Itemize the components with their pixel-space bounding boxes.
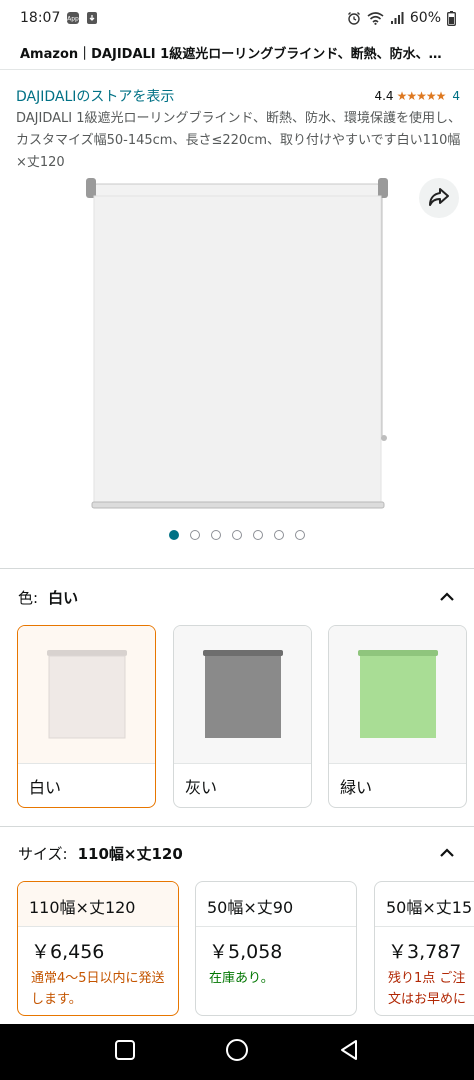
size-label: サイズ: [18, 844, 68, 863]
size-option-110x120[interactable]: 110幅×丈120 ￥6,456 通常4～5日以内に発送します。 [17, 881, 179, 1016]
color-option-label: 緑い [329, 763, 466, 807]
size-option-label: 50幅×丈90 [196, 882, 356, 927]
system-navigation-bar [0, 1024, 474, 1080]
color-option-white[interactable]: 白い [17, 625, 156, 808]
color-option-label: 白い [18, 763, 155, 807]
size-selected-value: 110幅×丈120 [77, 844, 183, 863]
rating-value: 4.4 [374, 89, 394, 103]
color-option-gray[interactable]: 灰い [173, 625, 312, 808]
color-option-label: 灰い [174, 763, 311, 807]
size-option-50x90[interactable]: 50幅×丈90 ￥5,058 在庫あり。 [195, 881, 357, 1016]
download-notification-icon [86, 11, 98, 25]
size-option-label: 110幅×丈120 [18, 882, 178, 927]
carousel-dot[interactable] [190, 530, 200, 540]
color-selected-value: 白い [48, 588, 79, 607]
battery-percent: 60% [409, 10, 441, 26]
page-title-bar: Amazon｜DAJIDALI 1級遮光ローリングブラインド、断熱、防水、… [0, 36, 474, 70]
page-title: Amazon｜DAJIDALI 1級遮光ローリングブラインド、断熱、防水、… [20, 47, 442, 62]
color-variation-header[interactable]: 色: 白い [18, 586, 458, 608]
app-notification-icon: App [66, 11, 80, 25]
size-option-50x150[interactable]: 50幅×丈15 ￥3,787 残り1点 ご注文はお早めに [374, 881, 474, 1016]
status-right: 60% [347, 10, 456, 26]
product-title: DAJIDALI 1級遮光ローリングブラインド、断熱、防水、環境保護を使用し、カ… [16, 111, 461, 170]
color-swatch-image [329, 626, 466, 763]
share-icon [427, 184, 451, 212]
share-button[interactable] [419, 178, 459, 218]
size-option-availability: 在庫あり。 [209, 971, 274, 986]
status-time: 18:07 [20, 10, 61, 26]
carousel-dot[interactable] [169, 530, 179, 540]
carousel-dot[interactable] [232, 530, 242, 540]
back-icon[interactable] [337, 1038, 361, 1066]
color-label: 色: [18, 588, 39, 607]
image-carousel-dots[interactable] [0, 530, 474, 540]
size-option-price: ￥5,058 [209, 941, 283, 963]
color-option-green[interactable]: 緑い [328, 625, 467, 808]
size-option-availability: 通常4～5日以内に発送します。 [31, 971, 165, 1007]
status-bar: 18:07 App 60% [0, 0, 474, 36]
size-option-label: 50幅×丈15 [375, 882, 474, 927]
signal-icon [390, 11, 404, 25]
divider [0, 568, 474, 569]
rating-summary[interactable]: 4.4 ★★★★★ 4 [374, 89, 460, 103]
product-image[interactable] [84, 176, 390, 516]
chevron-up-icon[interactable] [436, 586, 458, 608]
alarm-icon [347, 11, 361, 25]
carousel-dot[interactable] [274, 530, 284, 540]
svg-text:App: App [67, 16, 79, 23]
rating-count[interactable]: 4 [452, 89, 460, 103]
chevron-up-icon[interactable] [436, 842, 458, 864]
carousel-dot[interactable] [253, 530, 263, 540]
size-variation-summary: サイズ: 110幅×丈120 [18, 843, 183, 864]
wifi-icon [367, 11, 384, 25]
battery-icon [447, 10, 456, 26]
home-icon[interactable] [224, 1037, 250, 1067]
star-rating-icon: ★★★★★ [396, 89, 447, 103]
color-swatch-image [174, 626, 311, 763]
carousel-dot[interactable] [295, 530, 305, 540]
status-left: 18:07 App [20, 10, 98, 26]
color-variation-summary: 色: 白い [18, 587, 78, 608]
divider [0, 826, 474, 827]
carousel-dot[interactable] [211, 530, 221, 540]
size-variation-header[interactable]: サイズ: 110幅×丈120 [18, 842, 458, 864]
size-option-price: ￥6,456 [31, 941, 105, 963]
recent-apps-icon[interactable] [113, 1038, 137, 1066]
store-rating-row: DAJIDALIのストアを表示 4.4 ★★★★★ 4 [16, 86, 460, 106]
size-option-price: ￥3,787 [388, 941, 462, 963]
store-link[interactable]: DAJIDALIのストアを表示 [16, 86, 174, 106]
color-swatch-image [18, 626, 155, 763]
size-option-availability: 残り1点 ご注文はお早めに [388, 971, 467, 1007]
